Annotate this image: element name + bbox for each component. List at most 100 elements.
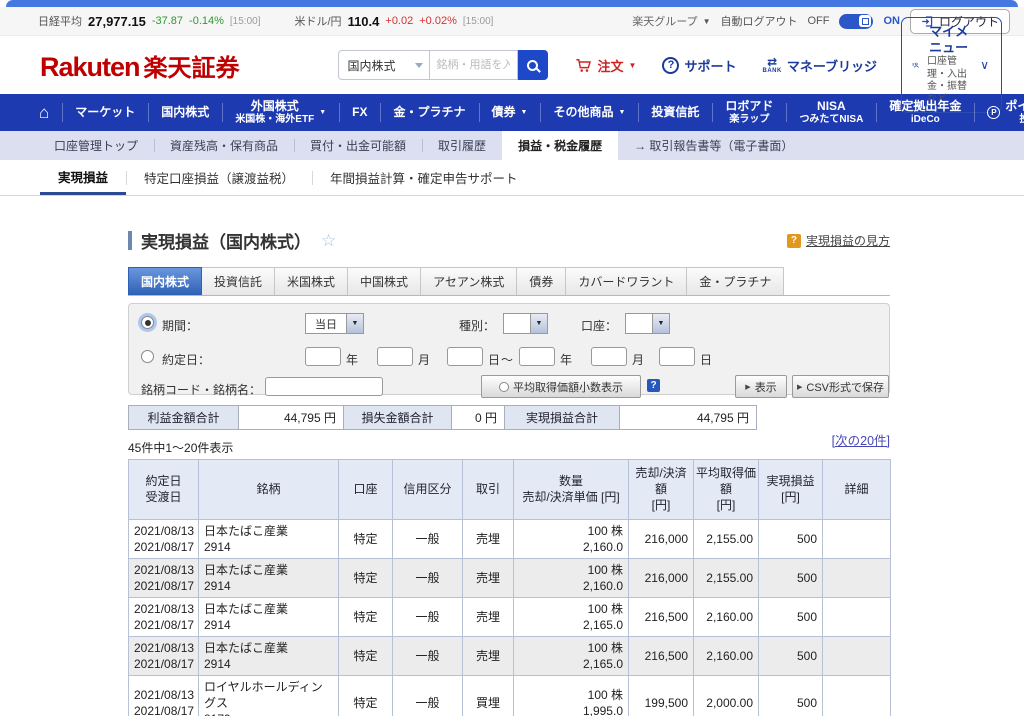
chevron-down-icon: [346, 314, 363, 333]
auto-logout-on-label: ON: [883, 15, 900, 27]
nikkei-time: [15:00]: [230, 16, 261, 27]
cell-text: 100 株: [588, 524, 623, 538]
asset-tab-7[interactable]: 金・プラチナ: [687, 267, 784, 295]
account-select[interactable]: [625, 313, 670, 334]
tab-annual-pl-support[interactable]: 年間損益計算・確定申告サポート: [312, 160, 536, 195]
to-year-input[interactable]: [519, 347, 555, 366]
results-count-text: 45件中1～20件表示: [128, 441, 233, 455]
asset-tab-5[interactable]: 債券: [517, 267, 566, 295]
nav-item-gold-platinum[interactable]: 金・プラチナ: [380, 94, 478, 131]
favorite-star-icon[interactable]: ☆: [321, 231, 336, 251]
period-radio[interactable]: [141, 316, 154, 329]
main-content: 実現損益（国内株式） ☆ 実現損益の見方 国内株式投資信託米国株式中国株式アセア…: [0, 228, 1024, 716]
symbol-input[interactable]: [265, 377, 383, 396]
type-select[interactable]: [503, 313, 548, 334]
cell-symbol: 日本たばこ産業2914: [199, 558, 339, 597]
from-year-input[interactable]: [305, 347, 341, 366]
auto-logout-toggle[interactable]: [839, 14, 873, 29]
to-day-input[interactable]: [659, 347, 695, 366]
nav-item-foreign-stock[interactable]: 外国株式米国株・海外ETF▼: [222, 94, 339, 131]
asset-tab-6[interactable]: カバードワラント: [566, 267, 687, 295]
show-button[interactable]: 表示: [735, 375, 787, 398]
nav-item-domestic-stock[interactable]: 国内株式: [148, 94, 222, 131]
period-select[interactable]: 当日: [305, 313, 364, 334]
nav-item-label-line1: 確定拠出年金: [889, 100, 961, 114]
from-month-input[interactable]: [377, 347, 413, 366]
nav-item-fx[interactable]: FX: [339, 94, 380, 131]
nav-item-dc-pension[interactable]: 確定拠出年金iDeCo: [876, 94, 974, 131]
cell-sell-amount: 216,000: [629, 558, 694, 597]
table-header-row: 約定日 受渡日銘柄口座信用区分取引数量 売却/決済単価 [円]売却/決済額 [円…: [129, 460, 891, 520]
column-header: 売却/決済額 [円]: [629, 460, 694, 520]
nikkei-value: 27,977.15: [88, 14, 146, 29]
cell-text: 100 株: [588, 688, 623, 702]
order-menu[interactable]: 注文 ▼: [574, 56, 637, 75]
chevron-down-icon: ▼: [521, 109, 528, 116]
asset-tab-4[interactable]: アセアン株式: [421, 267, 517, 295]
usdjpy-change: +0.02: [385, 15, 413, 27]
from-day-input[interactable]: [447, 347, 483, 366]
cell-detail: [823, 597, 891, 636]
nav-item-other-products[interactable]: その他商品▼: [540, 94, 638, 131]
cell-sell-amount: 216,500: [629, 597, 694, 636]
show-button-label: 表示: [755, 379, 777, 395]
cell-text: 2,165.0: [583, 618, 623, 632]
support-question-icon: [662, 57, 679, 74]
cell-realized-pl: 500: [759, 519, 823, 558]
column-header: 実現損益 [円]: [759, 460, 823, 520]
cell-margin-type: 一般: [393, 558, 463, 597]
cell-text: 買埋: [476, 696, 500, 710]
asset-tab-3[interactable]: 中国株式: [348, 267, 421, 295]
cell-quantity-unit-price: 100 株2,165.0: [514, 636, 629, 675]
cell-account: 特定: [339, 597, 393, 636]
cell-symbol: ロイヤルホールディングス8179: [199, 675, 339, 716]
month-unit-label: 月: [632, 351, 644, 368]
rakuten-securities-logo[interactable]: Rakuten楽天証券: [40, 48, 240, 83]
cell-dates: 2021/08/132021/08/17: [129, 558, 199, 597]
cell-text: 100 株: [588, 563, 623, 577]
nav-item-roboad[interactable]: ロボアド楽ラップ: [712, 94, 786, 131]
asset-tab-0[interactable]: 国内株式: [128, 267, 202, 295]
csv-save-button[interactable]: CSV形式で保存: [792, 375, 889, 398]
cell-dates: 2021/08/132021/08/17: [129, 519, 199, 558]
nav-item-label-line1: 国内株式: [161, 106, 209, 120]
nikkei-quote: 日経平均 27,977.15 -37.87 -0.14% [15:00]: [38, 13, 261, 29]
subnav-item-buying-power[interactable]: 買付・出金可能額: [294, 131, 422, 160]
asset-tab-2[interactable]: 米国株式: [275, 267, 348, 295]
tab-realized-pl[interactable]: 実現損益: [40, 160, 126, 195]
nav-item-point-investment[interactable]: ポイント投資▼: [974, 94, 1024, 131]
search-input[interactable]: [430, 50, 518, 80]
type-label: 種別：: [459, 317, 495, 334]
nav-item-bonds[interactable]: 債券▼: [479, 94, 541, 131]
subnav-item-pl-tax-history[interactable]: 損益・税金履歴: [502, 131, 618, 160]
avg-price-help-icon[interactable]: [647, 379, 660, 392]
tab-specific-account-pl[interactable]: 特定口座損益（譲渡益税）: [126, 160, 312, 195]
search-button[interactable]: [518, 50, 548, 80]
avg-price-radio: [499, 382, 509, 392]
year-unit-label: 年: [346, 351, 358, 368]
nav-item-home[interactable]: ⌂: [26, 94, 62, 131]
search-category-select[interactable]: 国内株式: [338, 50, 430, 80]
asset-class-tabs: 国内株式投資信託米国株式中国株式アセアン株式債券カバードワラント金・プラチナ: [128, 267, 890, 296]
asset-tab-1[interactable]: 投資信託: [202, 267, 275, 295]
nav-item-label: 投資信託: [651, 106, 699, 120]
cell-text: 500: [797, 696, 817, 710]
subnav-item-trade-history[interactable]: 取引履歴: [422, 131, 502, 160]
support-link[interactable]: サポート: [662, 56, 736, 75]
help-link[interactable]: 実現損益の見方: [806, 232, 890, 249]
trade-date-radio[interactable]: [141, 350, 154, 363]
nav-item-nisa[interactable]: NISAつみたてNISA: [786, 94, 876, 131]
nav-item-market[interactable]: マーケット: [62, 94, 148, 131]
nav-item-mutual-funds[interactable]: 投資信託: [638, 94, 712, 131]
cell-text: 2,160.00: [706, 610, 753, 624]
subnav-item-account-top[interactable]: 口座管理トップ: [38, 131, 154, 160]
subnav-item-balance[interactable]: 資産残高・保有商品: [154, 131, 294, 160]
moneybridge-link[interactable]: ⇄ BANK マネーブリッジ: [762, 56, 877, 75]
to-month-input[interactable]: [591, 347, 627, 366]
avg-price-decimal-button[interactable]: 平均取得価額小数表示: [481, 375, 641, 398]
cell-text: 日本たばこ産業: [204, 563, 288, 577]
next-page-link[interactable]: [次の20件]: [832, 430, 890, 449]
rakuten-group-menu[interactable]: 楽天グループ ▼: [632, 13, 710, 29]
subnav-item-reports[interactable]: → 取引報告書等（電子書面）: [618, 131, 809, 160]
cell-avg-price: 2,155.00: [694, 558, 759, 597]
